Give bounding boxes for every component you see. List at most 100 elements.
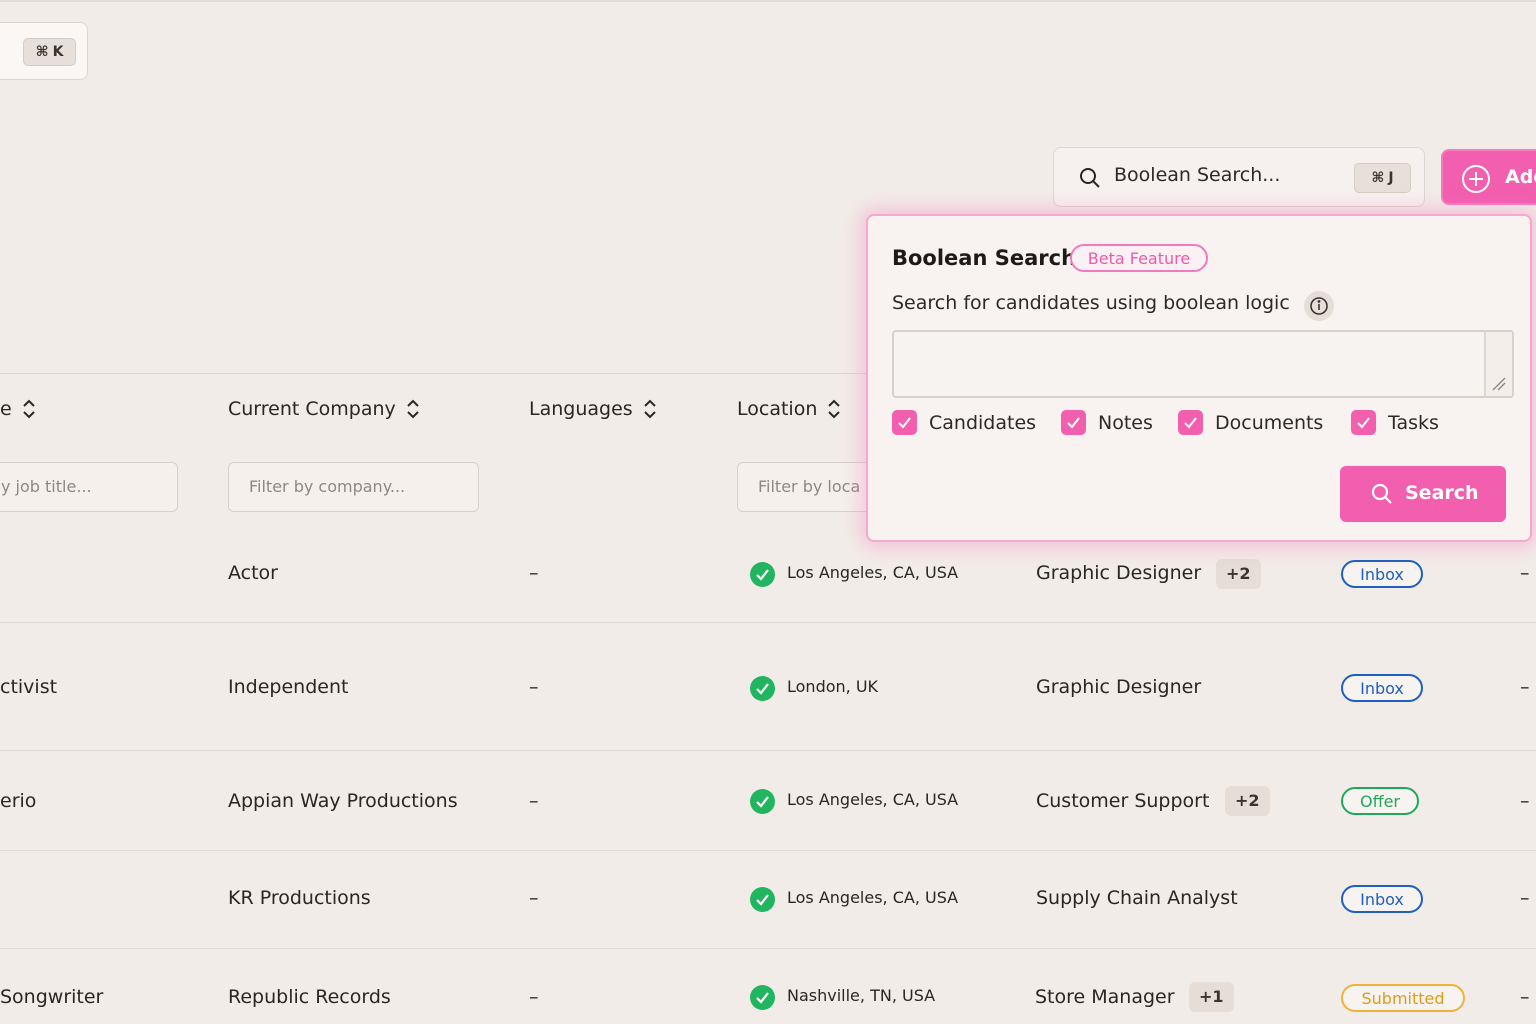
popover-description: Search for candidates using boolean logi…: [892, 292, 1290, 314]
job-title-cell: Songwriter: [0, 986, 104, 1008]
row-divider: [0, 850, 1536, 851]
verified-check-icon: [750, 789, 775, 814]
job-cell: Graphic Designer: [1036, 562, 1202, 584]
boolean-search-submit-button[interactable]: Search: [1340, 466, 1506, 522]
status-badge[interactable]: Inbox: [1341, 885, 1423, 913]
location-cell: Nashville, TN, USA: [787, 986, 936, 1005]
option-label: Notes: [1098, 411, 1153, 434]
add-button-label: Add: [1505, 166, 1536, 188]
verified-check-icon: [750, 887, 775, 912]
column-header-location[interactable]: Location: [737, 398, 841, 420]
shortcut-badge: ⌘ J: [1354, 163, 1411, 193]
location-cell: London, UK: [787, 677, 879, 696]
search-icon: [1371, 483, 1392, 504]
more-jobs-badge[interactable]: +2: [1225, 786, 1270, 816]
resize-grip-icon: [1492, 377, 1506, 391]
status-badge[interactable]: Inbox: [1341, 560, 1423, 588]
more-jobs-badge[interactable]: +2: [1216, 559, 1261, 589]
languages-cell: –: [529, 790, 539, 812]
company-cell: Independent: [228, 676, 349, 698]
command-icon: ⌘: [35, 44, 49, 60]
search-icon: [1080, 168, 1100, 188]
search-button-label: Search: [1405, 482, 1479, 504]
more-jobs-badge[interactable]: +1: [1189, 982, 1234, 1012]
filter-placeholder: Filter by loca: [758, 477, 861, 496]
status-badge[interactable]: Submitted: [1341, 984, 1465, 1012]
option-label: Tasks: [1388, 411, 1439, 434]
verified-check-icon: [750, 676, 775, 701]
column-label: e: [0, 398, 12, 420]
option-tasks[interactable]: Tasks: [1351, 410, 1439, 435]
location-cell: Los Angeles, CA, USA: [787, 888, 959, 907]
option-notes[interactable]: Notes: [1061, 410, 1153, 435]
company-cell: KR Productions: [228, 887, 371, 909]
option-documents[interactable]: Documents: [1178, 410, 1323, 435]
checkbox-checked-icon[interactable]: [1351, 410, 1376, 435]
location-cell: Los Angeles, CA, USA: [787, 790, 959, 809]
column-label: Languages: [529, 398, 633, 420]
status-badge[interactable]: Offer: [1341, 787, 1419, 815]
boolean-query-textarea[interactable]: [892, 330, 1514, 398]
column-label: Location: [737, 398, 818, 420]
location-cell: Los Angeles, CA, USA: [787, 563, 959, 582]
languages-cell: –: [529, 676, 539, 698]
checkbox-checked-icon[interactable]: [1061, 410, 1086, 435]
checkbox-checked-icon[interactable]: [892, 410, 917, 435]
resize-handle[interactable]: [1484, 332, 1512, 396]
languages-cell: –: [529, 986, 539, 1008]
trailing-cell: –: [1520, 676, 1530, 698]
job-cell: Supply Chain Analyst: [1036, 887, 1238, 909]
shortcut-key: K: [52, 44, 64, 60]
job-title-filter-input[interactable]: y job title...: [0, 462, 178, 512]
row-divider: [0, 622, 1536, 623]
plus-circle-icon: [1462, 165, 1490, 193]
sort-icon[interactable]: [643, 398, 657, 420]
verified-check-icon: [750, 562, 775, 587]
option-label: Candidates: [929, 411, 1037, 434]
global-search-box[interactable]: ⌘ K: [0, 22, 88, 80]
trailing-cell: –: [1520, 887, 1530, 909]
column-label: Current Company: [228, 398, 396, 420]
shortcut-badge: ⌘ K: [23, 38, 76, 66]
column-header-job-title[interactable]: e: [0, 398, 36, 420]
filter-placeholder: Filter by company...: [249, 477, 406, 496]
option-candidates[interactable]: Candidates: [892, 410, 1036, 435]
boolean-search-placeholder: Boolean Search...: [1114, 164, 1281, 186]
column-header-languages[interactable]: Languages: [529, 398, 657, 420]
add-button[interactable]: Add: [1441, 149, 1536, 205]
boolean-search-trigger[interactable]: Boolean Search... ⌘ J: [1053, 147, 1425, 207]
row-divider: [0, 750, 1536, 751]
company-filter-input[interactable]: Filter by company...: [228, 462, 479, 512]
company-cell: Republic Records: [228, 986, 391, 1008]
option-label: Documents: [1215, 411, 1324, 434]
status-badge[interactable]: Inbox: [1341, 674, 1423, 702]
company-cell: Actor: [228, 562, 278, 584]
table-top-border: [0, 373, 870, 374]
trailing-cell: –: [1520, 986, 1530, 1008]
sort-icon[interactable]: [22, 398, 36, 420]
languages-cell: –: [529, 562, 539, 584]
languages-cell: –: [529, 887, 539, 909]
boolean-search-popover: Boolean Search Beta Feature Search for c…: [866, 214, 1532, 542]
column-header-company[interactable]: Current Company: [228, 398, 420, 420]
row-divider: [0, 948, 1536, 949]
job-cell: Customer Support: [1036, 790, 1210, 812]
info-icon[interactable]: [1304, 291, 1334, 321]
trailing-cell: –: [1520, 790, 1530, 812]
job-cell: Store Manager: [1035, 986, 1175, 1008]
sort-icon[interactable]: [827, 398, 841, 420]
beta-feature-badge: Beta Feature: [1070, 244, 1208, 272]
verified-check-icon: [750, 985, 775, 1010]
trailing-cell: –: [1520, 562, 1530, 584]
top-divider: [0, 0, 1536, 2]
job-title-cell: erio: [0, 790, 37, 812]
popover-title: Boolean Search: [892, 246, 1077, 270]
filter-placeholder: y job title...: [1, 477, 92, 496]
command-icon: ⌘: [1371, 170, 1385, 186]
job-title-cell: ctivist: [0, 676, 58, 698]
checkbox-checked-icon[interactable]: [1178, 410, 1203, 435]
job-cell: Graphic Designer: [1036, 676, 1202, 698]
company-cell: Appian Way Productions: [228, 790, 458, 812]
sort-icon[interactable]: [406, 398, 420, 420]
shortcut-key: J: [1388, 170, 1394, 186]
